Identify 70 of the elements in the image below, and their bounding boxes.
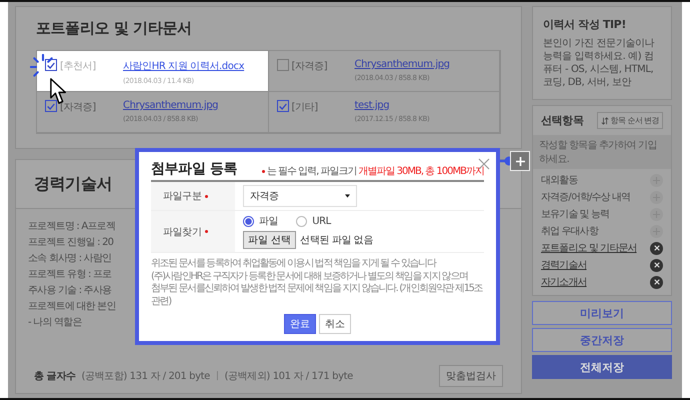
career-text-line: - 나의 역할은 bbox=[28, 316, 82, 329]
radio-button[interactable] bbox=[243, 216, 254, 226]
file-tag: [자격증] bbox=[60, 100, 96, 114]
add-button[interactable] bbox=[510, 151, 530, 171]
required-note: 는 필수 입력, 파일크기 bbox=[266, 165, 356, 178]
file-status: 선택된 파일 없음 bbox=[300, 234, 373, 247]
action-button[interactable]: 중간저장 bbox=[532, 328, 672, 352]
sections-title: 선택항목 bbox=[541, 113, 584, 128]
close-icon bbox=[654, 245, 660, 251]
section-item[interactable]: 경력기술서 bbox=[541, 258, 587, 272]
notice-text: 위조된 문서를 등록하여 취업활동에 이용시 법적 책임을 지게 될 수 있습니다 (주)사람인HR은 구직자가 등록한 문서에 대해 보증하거나 별도의 책임을 지지 않으며 첨부된 문서를신뢰하여 발생한 법적 문제에 책임을 지지 않습니다. (개인회원약관 제15조 관련) bbox=[151, 258, 484, 308]
file-link[interactable]: Chrysanthemum.jpg bbox=[354, 59, 450, 70]
radio-button[interactable] bbox=[296, 216, 308, 226]
reorder-button[interactable]: 항목 순서 변경 bbox=[596, 112, 663, 129]
dialog-button[interactable]: 완료 bbox=[284, 314, 316, 334]
count-with-spaces: (공백포함) 131 자 / 201 byte bbox=[81, 370, 210, 383]
spell-check-button[interactable]: 맞춤법검사 bbox=[439, 365, 503, 387]
checkbox[interactable] bbox=[276, 100, 288, 112]
action-button[interactable]: 전체저장 bbox=[532, 355, 672, 379]
field-label: 파일구분 bbox=[163, 190, 202, 203]
field-label: 파일찾기 bbox=[163, 226, 202, 238]
close-icon bbox=[654, 279, 660, 285]
remove-section-button[interactable] bbox=[650, 242, 663, 254]
dialog-title: 첨부파일 등록 bbox=[151, 160, 238, 178]
count-separator: | bbox=[216, 371, 219, 381]
plus-icon bbox=[653, 210, 660, 218]
sections-hint: 작성할 항목을 추가하여 기입하세요. bbox=[533, 135, 671, 169]
required-dot-icon bbox=[262, 170, 265, 172]
sort-arrows-icon bbox=[600, 116, 609, 124]
file-link[interactable]: 사람인HR 지원 이력서.docx bbox=[123, 59, 244, 73]
file-type-select[interactable]: 자격증 bbox=[243, 185, 357, 207]
file-size-limit: 개별파일 30MB, 총 100MB까지 bbox=[358, 165, 484, 178]
count-label: 총 글자수 bbox=[34, 370, 76, 383]
action-button[interactable]: 미리보기 bbox=[532, 301, 672, 325]
section-item[interactable]: 자기소개서 bbox=[541, 275, 587, 289]
career-text-line: 소속 회사명 : 사람인 bbox=[28, 252, 112, 265]
file-link[interactable]: Chrysanthemum.jpg bbox=[123, 100, 218, 111]
radio-label: 파일 bbox=[259, 215, 278, 228]
section-item[interactable]: 보유기술 및 능력 bbox=[541, 207, 610, 221]
section-item[interactable]: 대외활동 bbox=[541, 173, 578, 187]
section-item[interactable]: 자격증/어학/수상 내역 bbox=[541, 190, 630, 204]
count-without-spaces: (공백제외) 101 자 / 171 byte bbox=[224, 370, 353, 383]
section-item[interactable]: 포트폴리오 및 기타문서 bbox=[541, 241, 637, 255]
tip-text: 본인이 가진 전문기술이나 능력을 입력하세요. 예) 컴퓨터 - OS, 시스템, HTML, 코딩, DB, 서버, 보안 bbox=[543, 37, 656, 89]
plus-icon bbox=[516, 156, 524, 166]
dropdown-caret-icon bbox=[345, 194, 350, 198]
career-text-line: 주사용 기술 : 주사용 bbox=[28, 284, 112, 297]
choose-file-button[interactable]: 파일 선택 bbox=[243, 231, 296, 249]
plus-icon bbox=[653, 228, 660, 234]
tip-title: 이력서 작성 TIP! bbox=[543, 17, 627, 32]
plus-icon bbox=[653, 176, 660, 184]
checkbox[interactable] bbox=[45, 59, 57, 71]
section-title: 포트폴리오 및 기타문서 bbox=[36, 19, 193, 38]
career-text-line: 프로젝트 진행일 : 20 bbox=[28, 236, 114, 249]
dialog-button[interactable]: 취소 bbox=[319, 314, 351, 334]
section-item[interactable]: 취업 우대사항 bbox=[541, 224, 598, 238]
remove-section-button[interactable] bbox=[650, 276, 663, 288]
file-tag: [추천서] bbox=[60, 59, 96, 73]
career-text-line: 프로젝트명 : A프로젝 bbox=[28, 220, 115, 233]
file-tag: [자격증] bbox=[292, 59, 328, 73]
plus-icon bbox=[653, 194, 660, 200]
file-link[interactable]: test.jpg bbox=[354, 100, 430, 111]
file-tag: [기타] bbox=[292, 100, 318, 114]
career-text-line: 프로젝트에 대한 본인 bbox=[28, 300, 116, 313]
radio-label: URL bbox=[312, 216, 331, 226]
checkbox[interactable] bbox=[276, 59, 288, 71]
remove-section-button[interactable] bbox=[650, 258, 663, 272]
close-icon bbox=[654, 262, 660, 268]
section-title: 경력기술서 bbox=[34, 174, 112, 194]
career-text-line: 프로젝트 유형 : 프로 bbox=[28, 268, 112, 281]
